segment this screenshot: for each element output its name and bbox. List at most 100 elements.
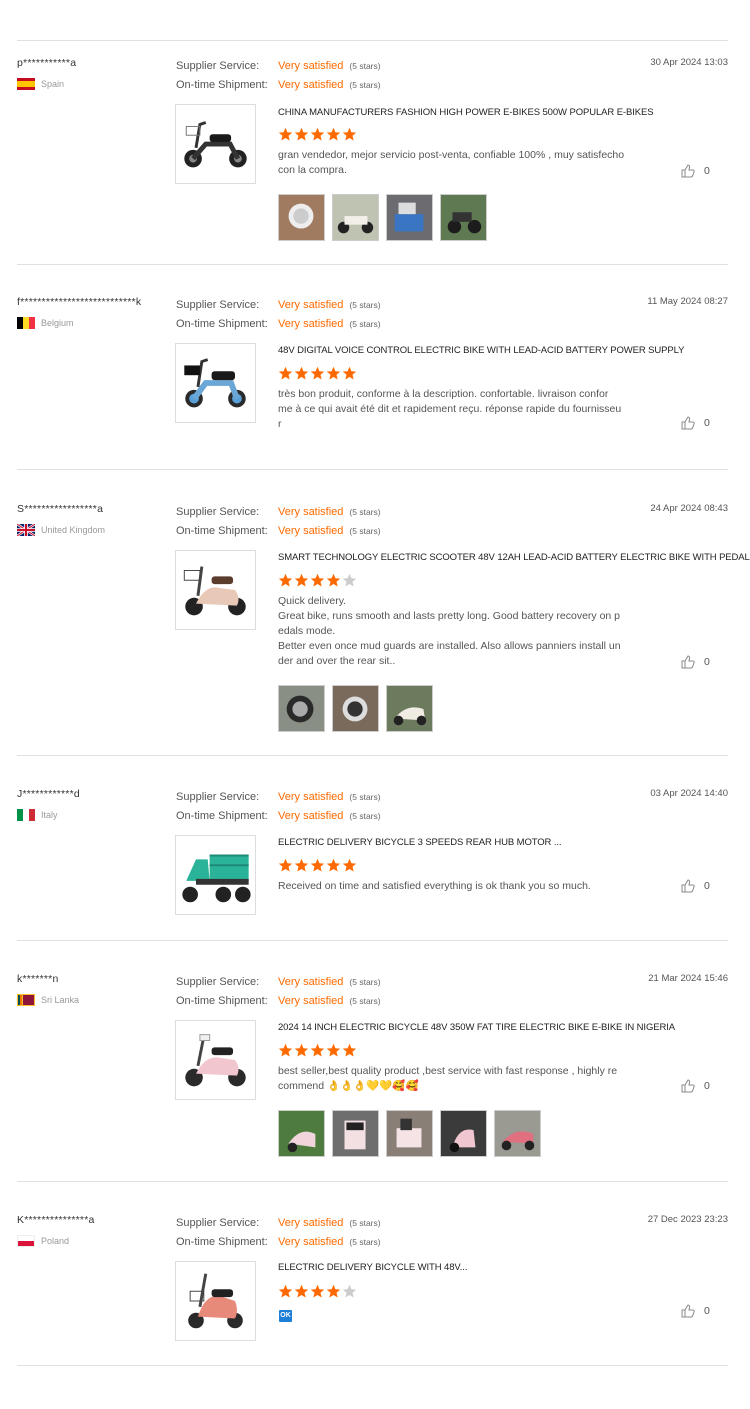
belgium-flag-icon <box>17 317 35 329</box>
scooter-icon <box>188 1273 243 1329</box>
product-thumbnail[interactable] <box>175 835 256 915</box>
review-photo[interactable] <box>386 685 433 732</box>
divider <box>17 1365 728 1366</box>
star-filled-icon <box>326 858 341 872</box>
like-button[interactable]: 0 <box>681 655 710 669</box>
star-rating <box>278 1284 357 1299</box>
product-thumbnail[interactable] <box>175 1261 256 1341</box>
star-filled-icon <box>278 1043 293 1057</box>
thumbs-up-icon <box>681 1304 695 1318</box>
country-name: Belgium <box>41 318 74 328</box>
star-filled-icon <box>278 127 293 141</box>
shipment-label: On-time Shipment: <box>176 810 268 822</box>
like-button[interactable]: 0 <box>681 1304 710 1318</box>
product-title[interactable]: ELECTRIC DELIVERY BICYCLE 3 SPEEDS REAR … <box>278 837 562 848</box>
product-title[interactable]: CHINA MANUFACTURERS FASHION HIGH POWER E… <box>278 107 654 118</box>
star-filled-icon <box>310 1043 325 1057</box>
reviewer-country: Sri Lanka <box>17 994 79 1006</box>
like-button[interactable]: 0 <box>681 879 710 893</box>
review-photo[interactable] <box>386 1110 433 1157</box>
scooter-icon <box>184 121 247 168</box>
country-name: United Kingdom <box>41 525 106 535</box>
review-comment: gran vendedor, mejor servicio post-venta… <box>278 149 625 176</box>
star-filled-icon <box>294 127 309 141</box>
reviewer-country: Poland <box>17 1235 69 1247</box>
divider <box>17 264 728 265</box>
supplier-rating: Very satisfied <box>278 60 344 72</box>
product-thumbnail[interactable] <box>175 104 256 184</box>
shipment-label: On-time Shipment: <box>176 318 268 330</box>
product-thumbnail[interactable] <box>175 343 256 423</box>
divider <box>17 40 728 41</box>
scooter-icon <box>184 358 246 408</box>
like-button[interactable]: 0 <box>681 1079 710 1093</box>
supplier-stars: (5 stars) <box>349 61 381 71</box>
shipment-rating: Very satisfied <box>278 525 344 537</box>
rating-labels: Supplier Service: On-time Shipment: <box>176 57 268 95</box>
product-title[interactable]: 2024 14 INCH ELECTRIC BICYCLE 48V 350W F… <box>278 1022 675 1033</box>
star-filled-icon <box>278 858 293 872</box>
review-item: J************d Italy Supplier Service: O… <box>0 788 750 928</box>
country-name: Poland <box>41 1236 70 1246</box>
like-count: 0 <box>704 1080 710 1092</box>
divider <box>17 940 728 941</box>
product-title[interactable]: ELECTRIC DELIVERY BICYCLE WITH 48V... <box>278 1262 467 1273</box>
star-filled-icon <box>278 366 293 380</box>
star-filled-icon <box>294 573 309 587</box>
review-photo[interactable] <box>278 194 325 241</box>
star-filled-icon <box>326 573 341 587</box>
rating-values: Very satisfied (5 stars) Very satisfied (5… <box>278 296 381 334</box>
review-date: 21 Mar 2024 15:46 <box>648 973 728 984</box>
review-photo[interactable] <box>386 194 433 241</box>
star-filled-icon <box>278 1284 293 1298</box>
tricycle-icon <box>182 854 251 903</box>
star-filled-icon <box>310 573 325 587</box>
product-title[interactable]: SMART TECHNOLOGY ELECTRIC SCOOTER 48V 12… <box>278 552 750 563</box>
like-button[interactable]: 0 <box>681 164 710 178</box>
review-photo[interactable] <box>332 194 379 241</box>
reviewer-country: United Kingdom <box>17 524 105 536</box>
review-photo[interactable] <box>278 685 325 732</box>
shipment-stars: (5 stars) <box>349 526 381 536</box>
star-rating <box>278 858 357 873</box>
rating-labels: Supplier Service: On-time Shipment: <box>176 973 268 1011</box>
review-photo[interactable] <box>332 685 379 732</box>
rating-values: Very satisfied (5 stars) Very satisfied (5… <box>278 57 381 95</box>
sri-lanka-flag-icon <box>17 994 35 1006</box>
supplier-rating: Very satisfied <box>278 506 344 518</box>
star-rating <box>278 573 357 588</box>
star-filled-icon <box>326 1043 341 1057</box>
star-empty-icon <box>342 1284 357 1298</box>
shipment-label: On-time Shipment: <box>176 525 268 537</box>
supplier-stars: (5 stars) <box>349 1218 381 1228</box>
product-thumbnail[interactable] <box>175 1020 256 1100</box>
reviewer-country: Belgium <box>17 317 74 329</box>
review-photo[interactable] <box>332 1110 379 1157</box>
supplier-service-label: Supplier Service: <box>176 506 260 518</box>
reviewer-name: k*******n <box>17 973 59 985</box>
review-photo[interactable] <box>440 194 487 241</box>
star-filled-icon <box>326 1284 341 1298</box>
review-date: 11 May 2024 08:27 <box>647 296 728 307</box>
review-item: S*****************a United Kingdom Suppl… <box>0 503 750 743</box>
star-filled-icon <box>342 366 357 380</box>
star-filled-icon <box>294 858 309 872</box>
reviewer-name: f***************************k <box>17 296 142 308</box>
review-photo[interactable] <box>494 1110 541 1157</box>
reviewer-name: K***************a <box>17 1214 95 1226</box>
shipment-label: On-time Shipment: <box>176 79 268 91</box>
product-thumbnail[interactable] <box>175 550 256 630</box>
product-title[interactable]: 48V DIGITAL VOICE CONTROL ELECTRIC BIKE … <box>278 345 684 356</box>
rating-labels: Supplier Service: On-time Shipment: <box>176 503 268 541</box>
shipment-stars: (5 stars) <box>349 811 381 821</box>
review-photo[interactable] <box>278 1110 325 1157</box>
like-button[interactable]: 0 <box>681 416 710 430</box>
ok-emoji-icon: OK <box>279 1310 292 1322</box>
supplier-stars: (5 stars) <box>349 977 381 987</box>
country-name: Spain <box>41 79 65 89</box>
review-photo[interactable] <box>440 1110 487 1157</box>
shipment-label: On-time Shipment: <box>176 1236 268 1248</box>
shipment-rating: Very satisfied <box>278 1236 344 1248</box>
divider <box>17 755 728 756</box>
review-photos <box>278 1110 541 1157</box>
